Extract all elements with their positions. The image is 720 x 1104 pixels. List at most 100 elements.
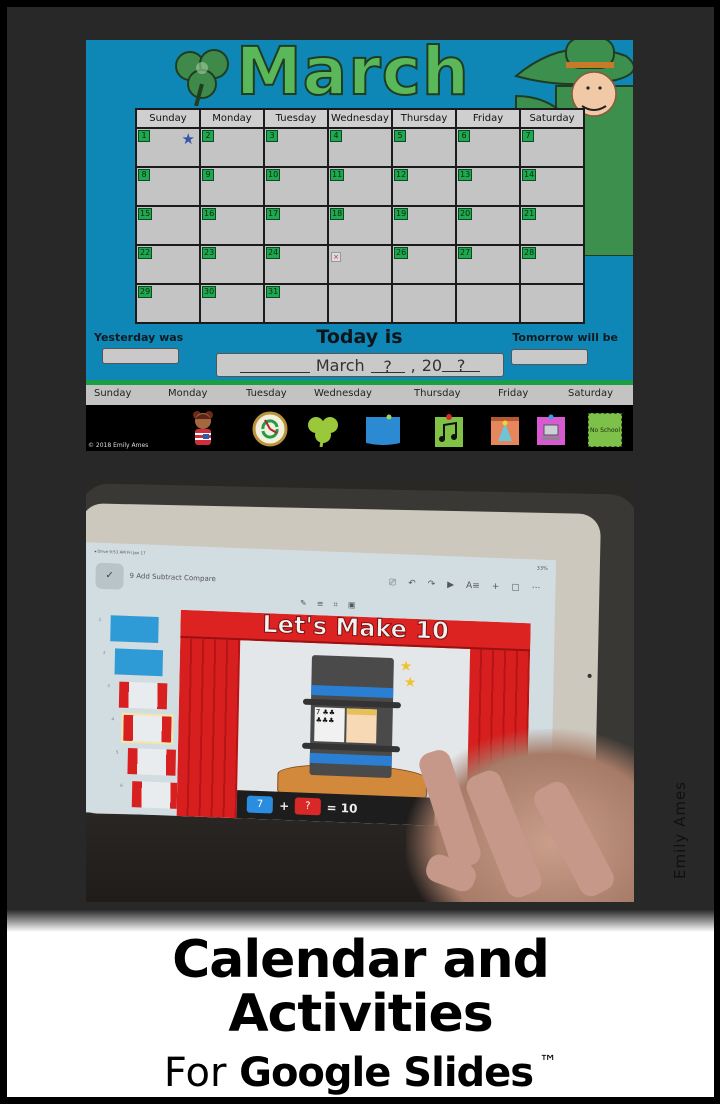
day-cell[interactable]: 19 (393, 207, 455, 244)
day-cell[interactable]: 14 (521, 168, 583, 205)
day-cell[interactable] (457, 285, 519, 322)
text-format-icon[interactable]: A≡ (466, 581, 480, 592)
more-icon[interactable]: ··· (532, 583, 541, 593)
blue-sticky-note-icon[interactable] (365, 413, 401, 447)
day-number-badge: 8 (138, 169, 150, 181)
broken-image-icon: × (331, 252, 341, 262)
day-cell[interactable]: 21 (521, 207, 583, 244)
tomorrow-input-box[interactable] (511, 349, 588, 365)
day-cell[interactable]: 22 (137, 246, 199, 283)
day-cell[interactable]: 17 (265, 207, 327, 244)
day-blank[interactable]: ? (370, 357, 405, 376)
crop-icon[interactable]: ⌗ (333, 600, 338, 610)
slide-thumbnail[interactable]: 1 (99, 615, 159, 644)
day-cell[interactable]: 12 (393, 168, 455, 205)
weekday-header: Friday (457, 110, 519, 127)
day-cell[interactable]: 10 (265, 168, 327, 205)
day-cell[interactable]: 30 (201, 285, 263, 322)
unknown-addend-box[interactable]: ? (295, 797, 321, 816)
slide-thumbnail[interactable]: 5 (116, 747, 176, 776)
schedule-weekday-label: Monday (168, 388, 208, 399)
redo-icon[interactable]: ↷ (428, 579, 436, 589)
no-school-note-icon[interactable]: No School (588, 413, 622, 447)
slide-thumbnail[interactable]: 4 (112, 712, 174, 745)
banner-line-2: Activities (228, 984, 493, 1044)
slide-thumbnail[interactable]: 6 (120, 781, 181, 809)
plus-sign: + (279, 798, 290, 813)
align-icon[interactable]: ≡ (317, 599, 324, 609)
thumbnail-number: 3 (107, 683, 110, 689)
equals-total: = 10 (326, 800, 358, 816)
slides-toolbar: ⎚ ↶ ↷ ▶ A≡ + ▢ ··· (389, 578, 541, 594)
play-icon[interactable]: ▶ (447, 580, 454, 590)
weekday-blank[interactable] (239, 357, 310, 373)
weekday-header: Thursday (393, 110, 455, 127)
day-cell[interactable]: 11 (329, 168, 391, 205)
known-addend-box[interactable]: 7 (246, 795, 274, 814)
day-cell[interactable]: 27 (457, 246, 519, 283)
weekday-header: Saturday (521, 110, 583, 127)
slide-thumbnail[interactable]: 2 (103, 648, 164, 677)
today-date-box[interactable]: March ? , 20? (216, 353, 504, 377)
day-cell[interactable] (329, 285, 391, 322)
day-cell[interactable]: 13 (457, 168, 519, 205)
image-icon[interactable]: ▣ (348, 600, 356, 610)
pen-icon[interactable]: ✎ (300, 598, 307, 608)
day-cell[interactable]: × (329, 246, 391, 283)
day-number-badge: 1 (138, 130, 150, 142)
day-number-badge: 5 (394, 130, 406, 142)
day-cell[interactable] (393, 285, 455, 322)
day-cell[interactable]: 5 (393, 129, 455, 166)
year-blank[interactable]: ? (442, 356, 481, 375)
title-banner: Calendar and Activities For Google Slide… (7, 910, 714, 1097)
day-cell[interactable]: 4 (329, 129, 391, 166)
day-cell[interactable]: 20 (457, 207, 519, 244)
day-cell[interactable]: 15 (137, 207, 199, 244)
day-cell[interactable]: 26 (393, 246, 455, 283)
yesterday-input-box[interactable] (102, 348, 179, 364)
computer-note-icon[interactable] (536, 413, 566, 447)
comma: , (410, 355, 416, 375)
day-cell[interactable]: 28 (521, 246, 583, 283)
comment-icon[interactable]: ▢ (511, 583, 520, 593)
day-cell[interactable]: 31 (265, 285, 327, 322)
day-number-badge: 2 (202, 130, 214, 142)
slide-thumbnail[interactable]: 3 (107, 681, 168, 710)
cast-icon[interactable]: ⎚ (389, 578, 396, 588)
party-hat-calendar-icon[interactable] (490, 413, 520, 447)
no-school-label: No School (590, 426, 620, 434)
day-number-badge: 23 (202, 247, 217, 259)
day-cell[interactable]: 3 (265, 129, 327, 166)
day-cell[interactable]: 2 (201, 129, 263, 166)
today-month: March (315, 355, 365, 375)
day-number-badge: 6 (458, 130, 470, 142)
music-note-icon[interactable] (434, 413, 464, 449)
spring-forward-clock-icon[interactable] (252, 411, 288, 447)
day-cell[interactable]: 6 (457, 129, 519, 166)
day-cell[interactable] (521, 285, 583, 322)
day-number-badge: 10 (266, 169, 281, 181)
day-cell[interactable]: 16 (201, 207, 263, 244)
day-cell[interactable]: 18 (329, 207, 391, 244)
banner-for: For (163, 1050, 227, 1096)
girl-reading-icon[interactable] (190, 409, 216, 447)
shamrock-icon[interactable] (305, 413, 341, 447)
undo-icon[interactable]: ↶ (408, 579, 416, 589)
day-cell[interactable]: 24 (265, 246, 327, 283)
day-cell[interactable]: 9 (201, 168, 263, 205)
day-cell[interactable]: 8 (137, 168, 199, 205)
day-cell[interactable]: 1 ★ (137, 129, 199, 166)
star-icon[interactable]: ★ (182, 132, 195, 147)
day-cell[interactable]: 23 (201, 246, 263, 283)
copyright-text: © 2018 Emily Ames (88, 442, 149, 449)
done-check-button[interactable]: ✓ (95, 562, 124, 590)
day-number-badge: 27 (458, 247, 473, 259)
weekday-header: Wednesday (329, 110, 391, 127)
year-prefix: 20 (421, 355, 443, 375)
schedule-weekday-label: Thursday (414, 388, 461, 399)
playing-card[interactable]: 7 ♣♣ ♣♣♣ (314, 707, 345, 743)
day-number-badge: 19 (394, 208, 409, 220)
day-cell[interactable]: 7 (521, 129, 583, 166)
day-cell[interactable]: 29 (137, 285, 199, 322)
add-icon[interactable]: + (492, 582, 500, 592)
